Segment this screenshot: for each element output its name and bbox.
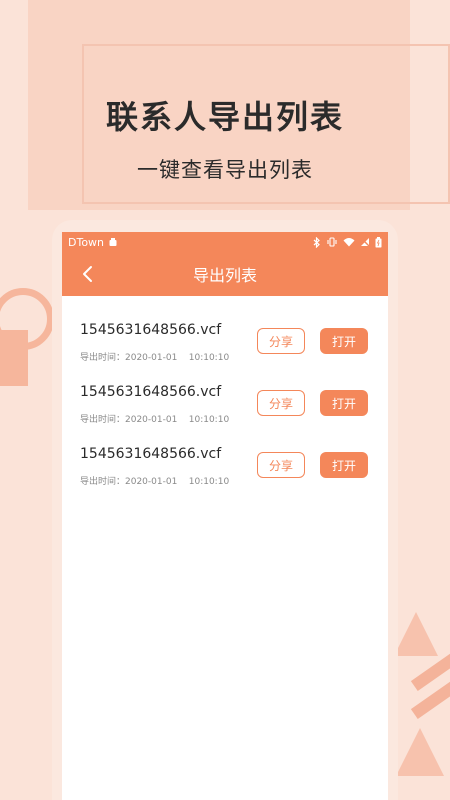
file-name: 1545631648566.vcf [80, 322, 222, 338]
phone-screen: DTown 导出列表 1545631648566.vcf 导出时间：2020-0… [62, 232, 388, 800]
app-notification-icon [108, 237, 118, 247]
file-name: 1545631648566.vcf [80, 446, 222, 462]
export-time: 导出时间：2020-01-01 10:10:10 [80, 477, 230, 487]
decorative-triangle [394, 612, 438, 656]
hero-title: 联系人导出列表 [105, 98, 344, 136]
hero-subtitle: 一键查看导出列表 [137, 158, 313, 182]
page-title: 导出列表 [192, 266, 257, 285]
vibrate-icon [326, 237, 338, 247]
battery-icon [375, 236, 382, 248]
share-button[interactable]: 分享 [257, 328, 305, 354]
list-item: 1545631648566.vcf 导出时间：2020-01-01 10:10:… [62, 320, 388, 382]
list-item: 1545631648566.vcf 导出时间：2020-01-01 10:10:… [62, 444, 388, 506]
export-time: 导出时间：2020-01-01 10:10:10 [80, 415, 230, 425]
share-button[interactable]: 分享 [257, 390, 305, 416]
carrier-label: DTown [68, 235, 105, 249]
export-time: 导出时间：2020-01-01 10:10:10 [80, 353, 230, 363]
decorative-triangle [396, 728, 444, 776]
decorative-block [0, 330, 28, 386]
export-file-list: 1545631648566.vcf 导出时间：2020-01-01 10:10:… [62, 296, 388, 506]
share-button[interactable]: 分享 [257, 452, 305, 478]
file-name: 1545631648566.vcf [80, 384, 222, 400]
open-button[interactable]: 打开 [320, 452, 368, 478]
status-bar: DTown [62, 232, 388, 252]
nav-bar: 导出列表 [62, 252, 388, 296]
wifi-icon [343, 237, 355, 247]
open-button[interactable]: 打开 [320, 328, 368, 354]
chevron-left-icon[interactable] [76, 263, 98, 285]
list-item: 1545631648566.vcf 导出时间：2020-01-01 10:10:… [62, 382, 388, 444]
bluetooth-icon [313, 236, 321, 248]
open-button[interactable]: 打开 [320, 390, 368, 416]
no-sim-icon [360, 237, 370, 247]
